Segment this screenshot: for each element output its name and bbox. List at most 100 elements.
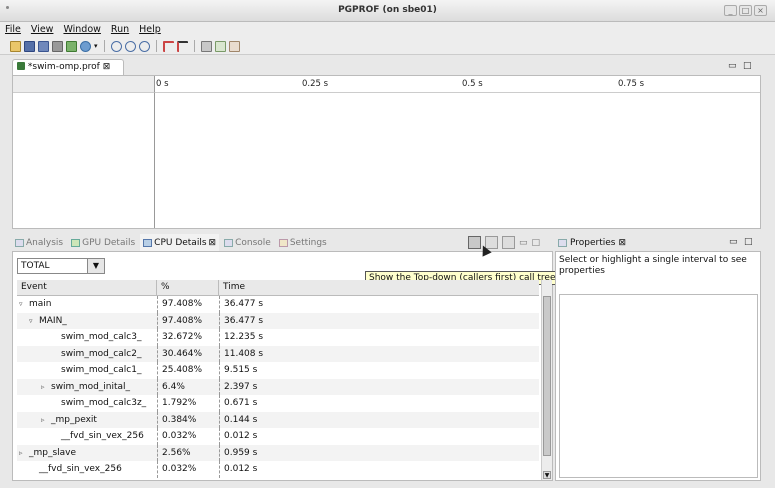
gpu-details-icon <box>71 238 81 247</box>
properties-message: Select or highlight a single interval to… <box>559 255 747 276</box>
table-row[interactable]: ▿ main 97.408% 36.477 s <box>17 296 539 313</box>
scrollbar-thumb[interactable] <box>543 296 551 456</box>
tab-label: Properties <box>570 237 616 248</box>
time-cell: 36.477 s <box>219 312 539 329</box>
print-icon[interactable] <box>52 40 63 52</box>
expand-arrow-icon[interactable]: ▹ <box>41 416 49 424</box>
details-tab-strip: Analysis GPU Details CPU Details ⊠ Consol… <box>12 234 553 251</box>
zoom-out-icon[interactable] <box>124 40 136 52</box>
column-header-time[interactable]: Time <box>219 280 539 295</box>
table-row[interactable]: ▹ _mp_pexit 0.384% 0.144 s <box>17 411 539 429</box>
table-row[interactable]: __fvd_sin_vex_256 0.032% 0.012 s <box>17 428 539 445</box>
flat-view-button[interactable] <box>502 236 515 249</box>
tab-gpu-details[interactable]: GPU Details <box>68 234 138 251</box>
event-name: swim_mod_calc3z_ <box>61 398 147 409</box>
table-row[interactable]: ▹ swim_mod_inital_ 6.4% 2.397 s <box>17 378 539 395</box>
maximize-panel-button[interactable]: □ <box>532 238 541 248</box>
tab-cpu-details[interactable]: CPU Details ⊠ <box>140 234 220 251</box>
editor-tab-swim-omp[interactable]: *swim-omp.prof ⊠ <box>12 59 124 75</box>
close-tab-icon[interactable]: ⊠ <box>103 62 111 72</box>
save-as-icon[interactable] <box>38 40 49 52</box>
event-name: __fvd_sin_vex_256 <box>39 464 122 475</box>
table-row[interactable]: swim_mod_calc3z_ 1.792% 0.671 s <box>17 395 539 412</box>
event-cell: ▹ _mp_pexit <box>17 412 157 429</box>
percent-cell: 1.792% <box>157 395 219 412</box>
event-cell: swim_mod_calc2_ <box>17 346 157 363</box>
connect-icon[interactable] <box>80 40 91 52</box>
table-row[interactable]: __fvd_sin_vex_256 0.032% 0.012 s <box>17 461 539 478</box>
chevron-down-icon[interactable]: ▼ <box>87 259 104 273</box>
percent-cell: 32.672% <box>157 329 219 346</box>
ruler-tick-label: 0 s <box>156 79 169 89</box>
time-cell: 0.959 s <box>219 444 539 461</box>
event-filter-select[interactable]: TOTAL ▼ <box>17 258 105 274</box>
close-tab-icon[interactable]: ⊠ <box>209 238 217 248</box>
expand-arrow-icon[interactable]: ▿ <box>29 317 37 325</box>
table-header: Event % Time <box>17 280 539 296</box>
tab-label: GPU Details <box>82 237 136 248</box>
tab-label: Console <box>235 237 271 248</box>
menu-run[interactable]: Run <box>106 22 134 38</box>
tab-label: Analysis <box>26 237 64 248</box>
percent-cell: 6.4% <box>157 378 219 395</box>
filter-clear-icon[interactable] <box>176 40 188 52</box>
expand-arrow-icon[interactable]: ▹ <box>41 383 49 391</box>
maximize-window-button[interactable]: □ <box>739 5 752 16</box>
table-row[interactable]: swim_mod_calc1_ 25.408% 9.515 s <box>17 362 539 379</box>
event-cell: ▿ main <box>17 296 157 313</box>
minimize-window-button[interactable]: _ <box>724 5 737 16</box>
toolbar-separator <box>103 40 105 52</box>
minimize-editor-button[interactable]: ▭ <box>728 61 737 71</box>
menu-help[interactable]: Help <box>134 22 166 38</box>
maximize-editor-button[interactable]: □ <box>743 61 752 71</box>
properties-icon <box>558 238 567 247</box>
expand-arrow-icon[interactable]: ▿ <box>19 300 27 308</box>
column-header-event[interactable]: Event <box>17 280 157 295</box>
timeline-ruler[interactable]: 0 s 0.25 s 0.5 s 0.75 s <box>155 76 760 93</box>
window-controls: _ □ × <box>724 5 767 16</box>
view-mode-2-icon[interactable] <box>214 40 226 52</box>
maximize-panel-button[interactable]: □ <box>744 237 753 247</box>
vertical-scrollbar[interactable]: ▼ <box>541 280 552 480</box>
scroll-down-arrow[interactable]: ▼ <box>543 471 551 479</box>
table-row[interactable]: ▹ _mp_slave 2.56% 0.959 s <box>17 444 539 461</box>
tab-analysis[interactable]: Analysis <box>12 234 66 251</box>
zoom-fit-icon[interactable] <box>138 40 150 52</box>
settings-icon <box>278 238 288 247</box>
event-name: swim_mod_calc1_ <box>61 365 142 376</box>
expand-arrow-icon[interactable]: ▹ <box>19 449 27 457</box>
new-session-icon[interactable] <box>10 40 21 52</box>
view-mode-1-icon[interactable] <box>200 40 212 52</box>
export-icon[interactable] <box>66 40 77 52</box>
event-cell: swim_mod_calc1_ <box>17 362 157 379</box>
table-row[interactable]: swim_mod_calc3_ 32.672% 12.235 s <box>17 329 539 346</box>
toolbar-separator <box>155 40 157 52</box>
close-tab-icon[interactable]: ⊠ <box>618 238 626 248</box>
minimize-panel-button[interactable]: ▭ <box>729 237 738 247</box>
console-icon <box>224 238 234 247</box>
zoom-in-icon[interactable] <box>110 40 122 52</box>
menu-bar: File View Window Run Help <box>0 22 775 38</box>
close-window-button[interactable]: × <box>754 5 767 16</box>
filter-icon[interactable] <box>162 40 174 52</box>
table-body: ▿ main 97.408% 36.477 s ▿ MAIN_ 97.408% 36.477 … <box>17 296 539 478</box>
time-cell: 0.144 s <box>219 411 539 428</box>
time-cell: 0.012 s <box>219 461 539 478</box>
timeline-view[interactable]: 0 s 0.25 s 0.5 s 0.75 s <box>12 75 761 229</box>
menu-window[interactable]: Window <box>58 22 105 38</box>
column-header-percent[interactable]: % <box>157 280 219 295</box>
dropdown-icon[interactable]: ▾ <box>94 42 98 50</box>
percent-cell: 2.56% <box>157 444 219 461</box>
table-row[interactable]: ▿ MAIN_ 97.408% 36.477 s <box>17 312 539 329</box>
table-row[interactable]: swim_mod_calc2_ 30.464% 11.408 s <box>17 345 539 363</box>
analysis-icon <box>15 238 24 247</box>
minimize-panel-button[interactable]: ▭ <box>519 238 528 248</box>
view-mode-3-icon[interactable] <box>228 40 240 52</box>
menu-file[interactable]: File <box>0 22 26 38</box>
tab-console[interactable]: Console <box>221 234 274 251</box>
profile-file-icon <box>17 62 25 70</box>
menu-view[interactable]: View <box>26 22 59 38</box>
save-icon[interactable] <box>24 40 35 52</box>
time-cell: 0.012 s <box>219 428 539 445</box>
tab-settings[interactable]: Settings <box>276 234 330 251</box>
